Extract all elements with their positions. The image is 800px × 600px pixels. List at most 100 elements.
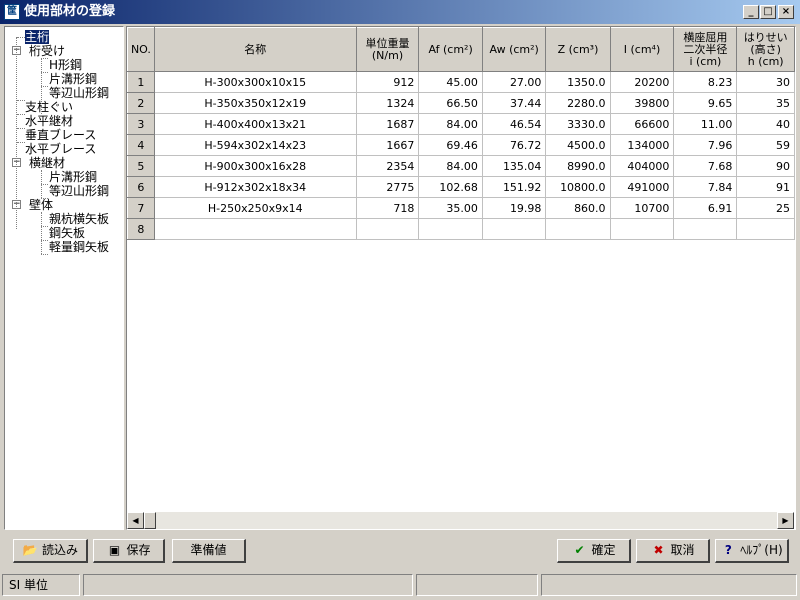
table-cell[interactable]: 30	[736, 71, 795, 93]
load-button[interactable]: 📂 読込み	[13, 539, 88, 563]
ok-button[interactable]: ✔ 確定	[557, 539, 631, 563]
scroll-right-icon[interactable]: ▶	[777, 512, 794, 529]
tree-item[interactable]: 等辺山形鋼	[49, 86, 109, 100]
table-cell[interactable]: 9.65	[673, 92, 738, 114]
table-cell[interactable]: 90	[736, 155, 795, 177]
scroll-left-icon[interactable]: ◀	[127, 512, 144, 529]
minimize-button[interactable]: _	[743, 5, 759, 19]
column-header[interactable]: 単位重量 (N/m)	[355, 27, 420, 72]
tree-item[interactable]: 片溝形鋼	[49, 170, 97, 184]
table-cell[interactable]: 45.00	[418, 71, 483, 93]
table-row[interactable]: 6 H-912x302x18x34 2775 102.68 151.92 10800.0 4…	[127, 176, 795, 198]
column-header[interactable]: NO.	[127, 27, 155, 72]
column-header[interactable]: はりせい (高さ) h (cm)	[736, 27, 795, 72]
save-button[interactable]: ▣ 保存	[93, 539, 165, 563]
table-row[interactable]: 2 H-350x350x12x19 1324 66.50 37.44 2280.0 3980…	[127, 92, 795, 114]
table-cell[interactable]: 10700	[610, 197, 675, 219]
table-cell[interactable]: 102.68	[418, 176, 483, 198]
table-cell[interactable]: 20200	[610, 71, 675, 93]
table-cell[interactable]	[545, 218, 611, 240]
tree-item[interactable]: 等辺山形鋼	[49, 184, 109, 198]
table-cell[interactable]: 10800.0	[545, 176, 611, 198]
table-cell[interactable]: H-400x400x13x21	[154, 113, 357, 135]
table-cell[interactable]: 25	[736, 197, 795, 219]
table-cell[interactable]: H-300x300x10x15	[154, 71, 357, 93]
table-row[interactable]: 3 H-400x400x13x21 1687 84.00 46.54 3330.0 6660…	[127, 113, 795, 135]
table-cell[interactable]: 2775	[356, 176, 420, 198]
table-cell[interactable]: 7.68	[673, 155, 738, 177]
horizontal-scrollbar[interactable]: ◀ ▶	[127, 512, 794, 529]
table-cell[interactable]: 1687	[356, 113, 420, 135]
row-number[interactable]: 7	[127, 197, 155, 219]
table-cell[interactable]: 40	[736, 113, 795, 135]
table-cell[interactable]	[154, 218, 357, 240]
tree-item[interactable]: 軽量鋼矢板	[49, 240, 109, 254]
row-number[interactable]: 4	[127, 134, 155, 156]
table-cell[interactable]	[736, 218, 795, 240]
table-cell[interactable]: H-250x250x9x14	[154, 197, 357, 219]
table-cell[interactable]: 404000	[610, 155, 675, 177]
row-number[interactable]: 6	[127, 176, 155, 198]
table-cell[interactable]: 912	[356, 71, 420, 93]
table-cell[interactable]: 1667	[356, 134, 420, 156]
row-number[interactable]: 2	[127, 92, 155, 114]
tree-item[interactable]: 壁体	[29, 198, 53, 212]
tree-item[interactable]: 主桁	[25, 30, 50, 44]
column-header[interactable]: Af (cm²)	[418, 27, 483, 72]
tree-item[interactable]: H形鋼	[49, 58, 82, 72]
column-header[interactable]: 横座屈用 二次半径 i (cm)	[673, 27, 738, 72]
maximize-button[interactable]: □	[760, 5, 776, 19]
tree-item[interactable]: 垂直ブレース	[25, 128, 96, 142]
defaults-button[interactable]: 準備値	[172, 539, 246, 563]
tree-item[interactable]: 水平継材	[25, 114, 73, 128]
table-cell[interactable]: 66600	[610, 113, 675, 135]
column-header[interactable]: Aw (cm²)	[481, 27, 547, 72]
table-cell[interactable]	[482, 218, 547, 240]
table-cell[interactable]: 134000	[610, 134, 675, 156]
row-number[interactable]: 5	[127, 155, 155, 177]
scroll-thumb[interactable]	[144, 512, 156, 529]
table-cell[interactable]: 46.54	[482, 113, 547, 135]
table-cell[interactable]: 11.00	[673, 113, 738, 135]
table-cell[interactable]: 35.00	[418, 197, 483, 219]
table-cell[interactable]: 4500.0	[545, 134, 611, 156]
table-cell[interactable]: 2354	[356, 155, 420, 177]
table-cell[interactable]: H-912x302x18x34	[154, 176, 357, 198]
table-row[interactable]: 5 H-900x300x16x28 2354 84.00 135.04 8990.0 404…	[127, 155, 795, 177]
table-cell[interactable]: 2280.0	[545, 92, 611, 114]
table-cell[interactable]: 66.50	[418, 92, 483, 114]
table-cell[interactable]	[610, 218, 675, 240]
table-cell[interactable]: 76.72	[482, 134, 547, 156]
table-cell[interactable]: H-350x350x12x19	[154, 92, 357, 114]
help-button[interactable]: ? ﾍﾙﾌﾟ(H)	[715, 539, 789, 563]
table-cell[interactable]: 69.46	[418, 134, 483, 156]
table-cell[interactable]: 37.44	[482, 92, 547, 114]
table-cell[interactable]: 3330.0	[545, 113, 611, 135]
tree-item[interactable]: 支柱ぐい	[25, 100, 73, 114]
row-number[interactable]: 1	[127, 71, 155, 93]
table-cell[interactable]: 135.04	[482, 155, 547, 177]
tree-item[interactable]: 親杭横矢板	[49, 212, 109, 226]
tree-item[interactable]: 片溝形鋼	[49, 72, 97, 86]
table-cell[interactable]	[673, 218, 738, 240]
table-cell[interactable]: 1350.0	[545, 71, 611, 93]
table-cell[interactable]: H-594x302x14x23	[154, 134, 357, 156]
table-cell[interactable]: 84.00	[418, 155, 483, 177]
table-cell[interactable]: 860.0	[545, 197, 611, 219]
table-cell[interactable]: 6.91	[673, 197, 738, 219]
tree-item[interactable]: 鋼矢板	[49, 226, 85, 240]
table-cell[interactable]: 19.98	[482, 197, 547, 219]
table-cell[interactable]: 27.00	[482, 71, 547, 93]
table-cell[interactable]: 35	[736, 92, 795, 114]
cancel-button[interactable]: ✖ 取消	[636, 539, 710, 563]
table-cell[interactable]: 39800	[610, 92, 675, 114]
table-cell[interactable]: 151.92	[482, 176, 547, 198]
column-header[interactable]: Z (cm³)	[545, 27, 611, 72]
table-row[interactable]: 4 H-594x302x14x23 1667 69.46 76.72 4500.0 1340…	[127, 134, 795, 156]
table-cell[interactable]: 8990.0	[545, 155, 611, 177]
table-cell[interactable]: 1324	[356, 92, 420, 114]
table-cell[interactable]: 84.00	[418, 113, 483, 135]
table-cell[interactable]: 7.84	[673, 176, 738, 198]
column-header[interactable]: 名称	[153, 27, 357, 72]
table-cell[interactable]: 8.23	[673, 71, 738, 93]
